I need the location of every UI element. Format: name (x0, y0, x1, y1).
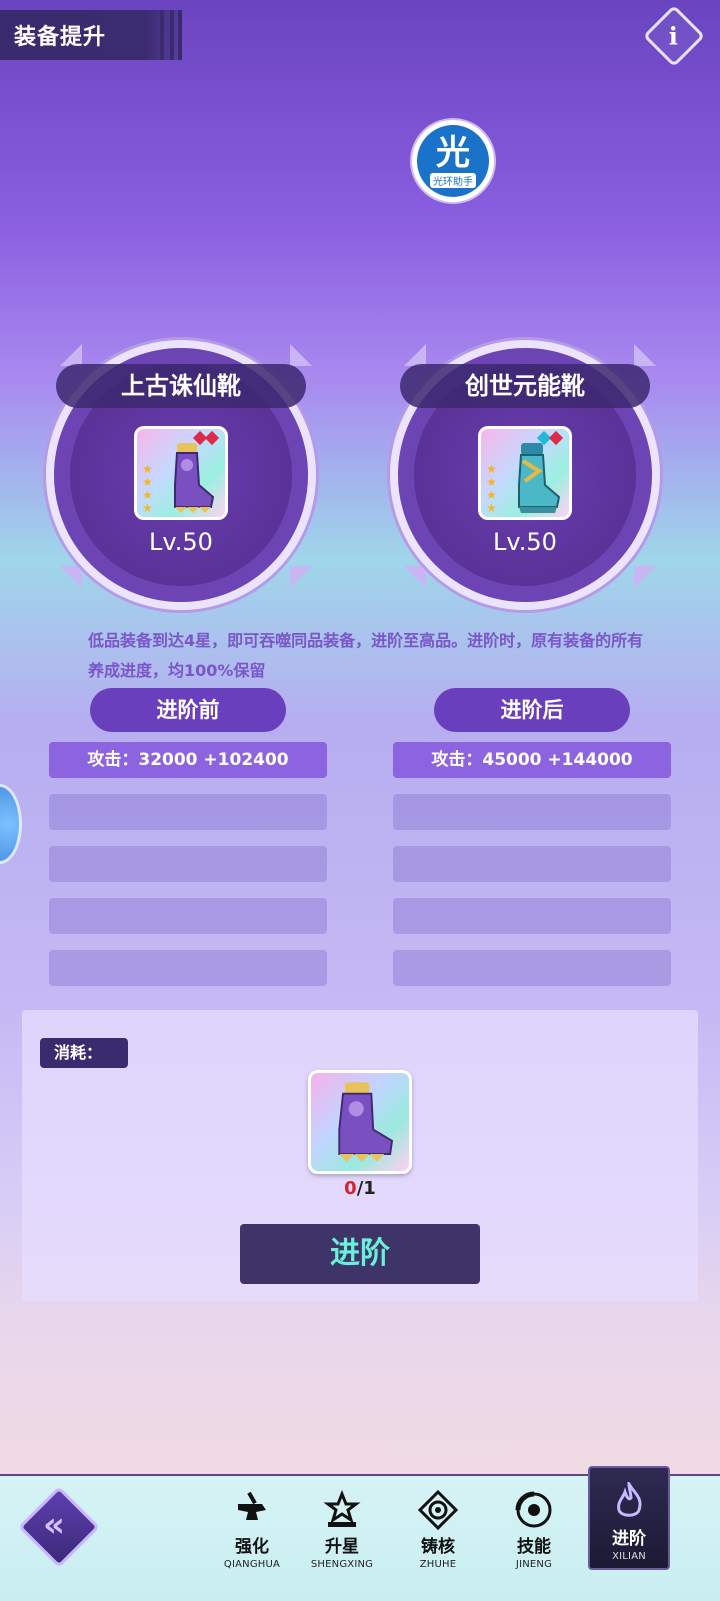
nav-sublabel: ZHUHE (419, 1559, 457, 1570)
boot-icon (518, 443, 561, 513)
title-stripe (178, 10, 182, 60)
cost-count: 0/1 (308, 1178, 412, 1199)
nav-item-jineng[interactable]: 技能 JINENG (492, 1490, 576, 1570)
nav-label: 升星 (325, 1537, 359, 1557)
ring-spike (634, 566, 656, 588)
ring-spike (290, 566, 312, 588)
nav-sublabel: JINENG (515, 1559, 553, 1570)
after-advance-label: 进阶后 (434, 688, 630, 732)
title-stripe (160, 10, 164, 60)
nav-label: 技能 (517, 1537, 551, 1557)
after-attack-stat: 攻击：45000 +144000 (393, 742, 671, 778)
star-rating: ★ ★ ★ ★ (486, 463, 497, 515)
equipment-name: 上古诛仙靴 (56, 364, 306, 408)
nav-label: 进阶 (612, 1529, 646, 1549)
before-attack-stat: 攻击：32000 +102400 (49, 742, 327, 778)
info-icon: i (669, 21, 679, 51)
nav-label: 铸核 (421, 1537, 455, 1557)
equipment-level: Lv.50 (149, 528, 213, 556)
ring-spike (404, 566, 426, 588)
star-icon: ★ (142, 501, 153, 515)
empty-stat-row (49, 846, 327, 882)
empty-stat-row (393, 898, 671, 934)
empty-stat-row (49, 898, 327, 934)
equipment-level: Lv.50 (493, 528, 557, 556)
page-title: 装备提升 (14, 25, 107, 50)
star-icon: ★ (486, 501, 497, 515)
title-stripe (170, 10, 174, 60)
empty-stat-row (393, 950, 671, 986)
watermark-glyph: 光 (436, 132, 470, 173)
skill-icon (515, 1491, 552, 1528)
boot-icon (174, 443, 215, 513)
floating-assistant-button[interactable] (0, 784, 22, 864)
boot-icon (338, 1082, 394, 1162)
bottom-nav: « 强化 QIANGHUA 升星 SHENGXING 铸核 ZHUHE 技能 J… (0, 1466, 720, 1601)
nav-item-jinjie[interactable]: 进阶 XILIAN (588, 1466, 670, 1570)
back-button[interactable]: « (17, 1485, 101, 1569)
cost-have: 0 (344, 1178, 357, 1199)
nav-sublabel: SHENGXING (310, 1559, 374, 1570)
star-upgrade-icon (323, 1490, 361, 1527)
equipment-name: 创世元能靴 (400, 364, 650, 408)
nav-item-zhuhe[interactable]: 铸核 ZHUHE (396, 1490, 480, 1570)
advance-description: 低品装备到达4星，即可吞噬同品装备，进阶至高品。进阶时，原有装备的所有养成进度，… (88, 631, 644, 680)
nav-label: 强化 (235, 1537, 269, 1557)
advance-button[interactable]: 进阶 (240, 1224, 480, 1284)
ring-spike (60, 566, 82, 588)
nav-sublabel: XILIAN (612, 1551, 646, 1562)
anvil-icon (238, 1491, 266, 1520)
double-chevron-left-icon: « (43, 1504, 66, 1545)
cost-need: /1 (356, 1178, 376, 1199)
empty-stat-row (49, 950, 327, 986)
equipment-item-icon[interactable]: ★ ★ ★ ★ (478, 426, 572, 520)
ring-spike (60, 344, 82, 366)
empty-stat-row (393, 794, 671, 830)
flame-icon (617, 1482, 642, 1517)
before-advance-label: 进阶前 (90, 688, 286, 732)
empty-stat-row (393, 846, 671, 882)
ring-spike (290, 344, 312, 366)
equipment-after-card[interactable]: 创世元能靴 ★ ★ ★ ★ Lv.50 (382, 340, 668, 610)
empty-stat-row (49, 794, 327, 830)
cost-item-icon[interactable] (308, 1070, 412, 1174)
info-button[interactable]: i (642, 4, 706, 68)
equipment-item-icon[interactable]: ★ ★ ★ ★ (134, 426, 228, 520)
nav-item-shengxing[interactable]: 升星 SHENGXING (300, 1490, 384, 1570)
star-rating: ★ ★ ★ ★ (142, 463, 153, 515)
watermark-logo: 光 光环助手 (412, 120, 494, 202)
watermark-text: 光环助手 (430, 172, 476, 188)
ring-spike (634, 344, 656, 366)
nav-item-qianghua[interactable]: 强化 QIANGHUA (210, 1490, 294, 1570)
core-icon (418, 1490, 458, 1530)
ring-spike (404, 344, 426, 366)
equipment-before-card[interactable]: 上古诛仙靴 ★ ★ ★ ★ Lv.50 (38, 340, 324, 610)
page-title-bar: 装备提升 (0, 10, 182, 60)
cost-panel: 消耗： 0/1 进阶 (22, 1010, 698, 1302)
nav-sublabel: QIANGHUA (223, 1559, 281, 1570)
cost-label: 消耗： (40, 1038, 128, 1068)
